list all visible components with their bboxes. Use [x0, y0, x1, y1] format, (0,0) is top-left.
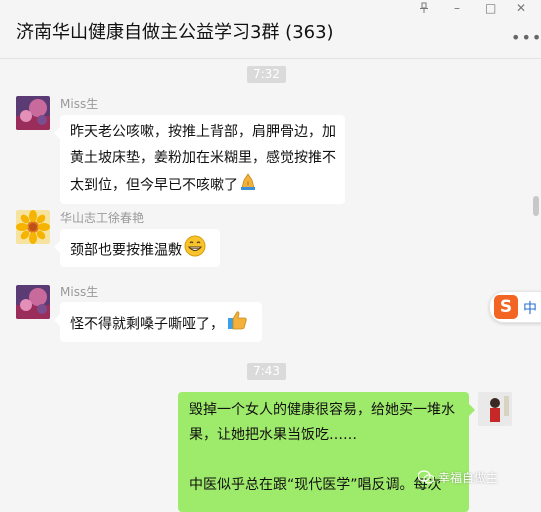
message-text: 怪不得就剩嗓子嘶哑了， [70, 316, 224, 333]
close-button[interactable]: ✕ [516, 0, 526, 16]
sender-name: 华山志工徐春艳 [60, 211, 145, 225]
sender-avatar[interactable] [16, 96, 50, 130]
timestamp: 7:43 [247, 363, 286, 380]
wechat-official-icon [417, 470, 435, 487]
sogou-icon[interactable]: S [494, 295, 518, 319]
sender-avatar[interactable] [16, 285, 50, 319]
my-avatar[interactable] [478, 392, 512, 426]
message-bubble[interactable]: 昨天老公咳嗽，按推上背部，肩胛骨边，加黄土坡床垫，姜粉加在米糊里，感觉按推不太到… [54, 115, 345, 204]
message-text: 颈部也要按推温敷 [70, 242, 182, 259]
scrollbar-thumb[interactable] [533, 196, 539, 216]
message-bubble[interactable]: 怪不得就剩嗓子嘶哑了， [54, 302, 262, 342]
ime-mode-label[interactable]: 中 [523, 298, 537, 318]
watermark-text: 幸福自做主 [438, 471, 499, 485]
message-text: 昨天老公咳嗽，按推上背部，肩胛骨边，加黄土坡床垫，姜粉加在米糊里，感觉按推不太到… [70, 124, 336, 194]
chat-header: 济南华山健康自做主公益学习3群 (363) – □ ✕ ••• [0, 0, 541, 59]
chat-title: 济南华山健康自做主公益学习3群 (363) [16, 22, 334, 43]
more-options-icon[interactable]: ••• [511, 28, 541, 47]
ime-toolbar[interactable]: S 中 [489, 291, 541, 323]
message-text: 毁掉一个女人的健康很容易，给她买一堆水果，让她把水果当饭吃…… [189, 402, 455, 443]
praying-hands-icon [238, 171, 258, 200]
minimize-button[interactable]: – [454, 0, 460, 16]
sender-name: Miss生 [60, 97, 99, 111]
watermark: 幸福自做主 [417, 469, 499, 487]
grinning-face-icon [184, 235, 206, 266]
sender-name: Miss生 [60, 285, 99, 299]
message-bubble[interactable]: 颈部也要按推温敷 [54, 229, 220, 267]
thumbs-up-icon [226, 309, 248, 340]
sender-avatar[interactable] [16, 210, 50, 244]
maximize-button[interactable]: □ [485, 0, 496, 16]
pin-icon[interactable] [419, 2, 429, 18]
message-bubble-outgoing[interactable]: 毁掉一个女人的健康很容易，给她买一堆水果，让她把水果当饭吃…… 中医似乎总在跟“… [178, 392, 475, 512]
timestamp: 7:32 [247, 66, 286, 83]
